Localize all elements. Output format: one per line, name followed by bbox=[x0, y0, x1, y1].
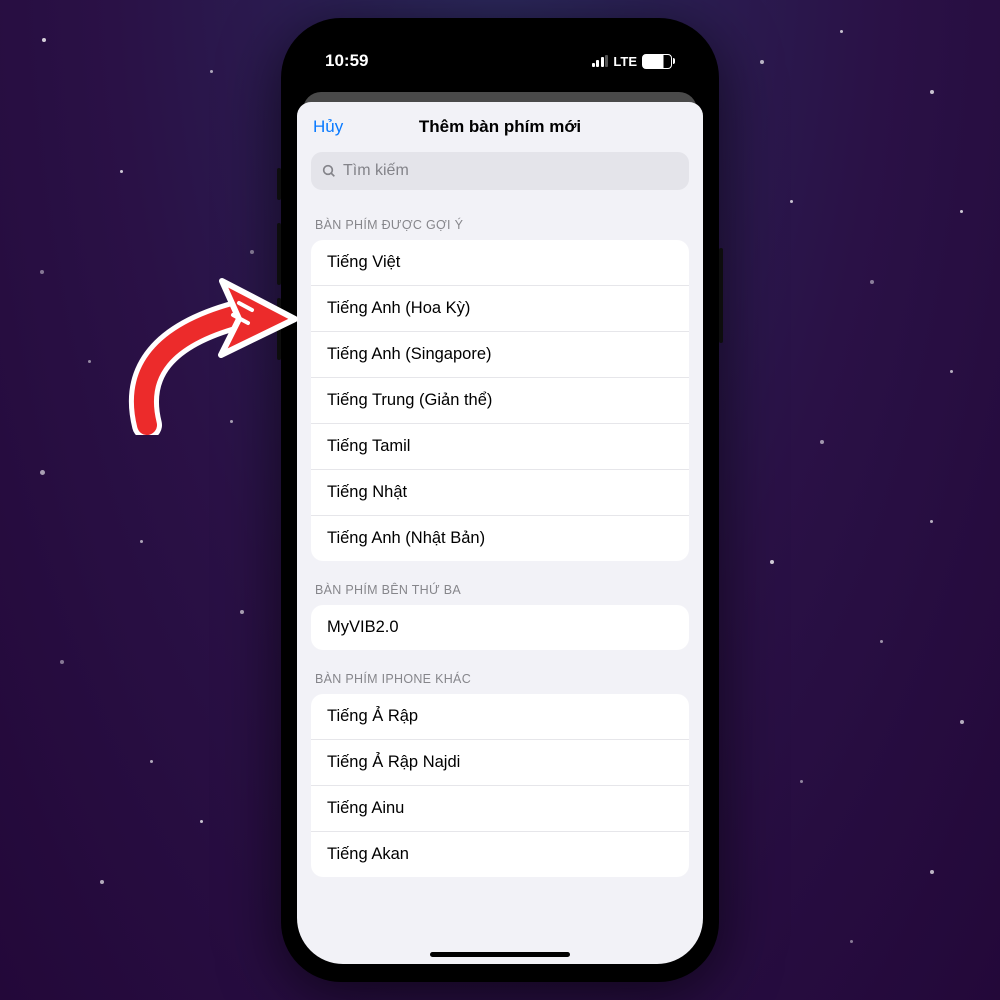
side-button-power bbox=[719, 248, 723, 343]
keyboard-other-row[interactable]: Tiếng Akan bbox=[311, 832, 689, 877]
modal-sheet: Hủy Thêm bàn phím mới BÀN PHÍM ĐƯỢC GỢI … bbox=[297, 102, 703, 964]
keyboard-other-row[interactable]: Tiếng Ả Rập Najdi bbox=[311, 740, 689, 786]
section-header-thirdparty: BÀN PHÍM BÊN THỨ BA bbox=[315, 583, 685, 597]
side-button-vol-up bbox=[277, 223, 281, 285]
keyboard-thirdparty-row[interactable]: MyVIB2.0 bbox=[311, 605, 689, 650]
home-indicator[interactable] bbox=[430, 952, 570, 957]
phone-screen: 10:59 LTE 74 Hủy Thêm bàn phím mới bbox=[297, 34, 703, 964]
search-icon bbox=[321, 163, 337, 179]
dynamic-island bbox=[440, 50, 560, 84]
sheet-title: Thêm bàn phím mới bbox=[297, 117, 703, 137]
keyboard-suggested-row[interactable]: Tiếng Tamil bbox=[311, 424, 689, 470]
section-header-other: BÀN PHÍM IPHONE KHÁC bbox=[315, 672, 685, 686]
section-header-suggested: BÀN PHÍM ĐƯỢC GỢI Ý bbox=[315, 218, 685, 232]
keyboard-suggested-row[interactable]: Tiếng Anh (Nhật Bản) bbox=[311, 516, 689, 561]
keyboard-suggested-row[interactable]: Tiếng Anh (Hoa Kỳ) bbox=[311, 286, 689, 332]
keyboard-suggested-row[interactable]: Tiếng Anh (Singapore) bbox=[311, 332, 689, 378]
keyboard-suggested-row[interactable]: Tiếng Việt bbox=[311, 240, 689, 286]
keyboard-list[interactable]: BÀN PHÍM ĐƯỢC GỢI Ý Tiếng ViệtTiếng Anh … bbox=[297, 196, 703, 964]
network-label: LTE bbox=[613, 54, 637, 69]
search-input[interactable] bbox=[343, 162, 679, 180]
battery-icon: 74 bbox=[642, 54, 675, 69]
keyboard-suggested-row[interactable]: Tiếng Trung (Giản thể) bbox=[311, 378, 689, 424]
search-field[interactable] bbox=[311, 152, 689, 190]
side-button-silence bbox=[277, 168, 281, 200]
status-time: 10:59 bbox=[325, 51, 368, 71]
signal-icon bbox=[592, 55, 609, 67]
cancel-button[interactable]: Hủy bbox=[313, 117, 343, 137]
keyboard-suggested-row[interactable]: Tiếng Nhật bbox=[311, 470, 689, 516]
phone-frame: 10:59 LTE 74 Hủy Thêm bàn phím mới bbox=[281, 18, 719, 982]
keyboard-other-row[interactable]: Tiếng Ainu bbox=[311, 786, 689, 832]
side-button-vol-down bbox=[277, 298, 281, 360]
keyboard-other-row[interactable]: Tiếng Ả Rập bbox=[311, 694, 689, 740]
